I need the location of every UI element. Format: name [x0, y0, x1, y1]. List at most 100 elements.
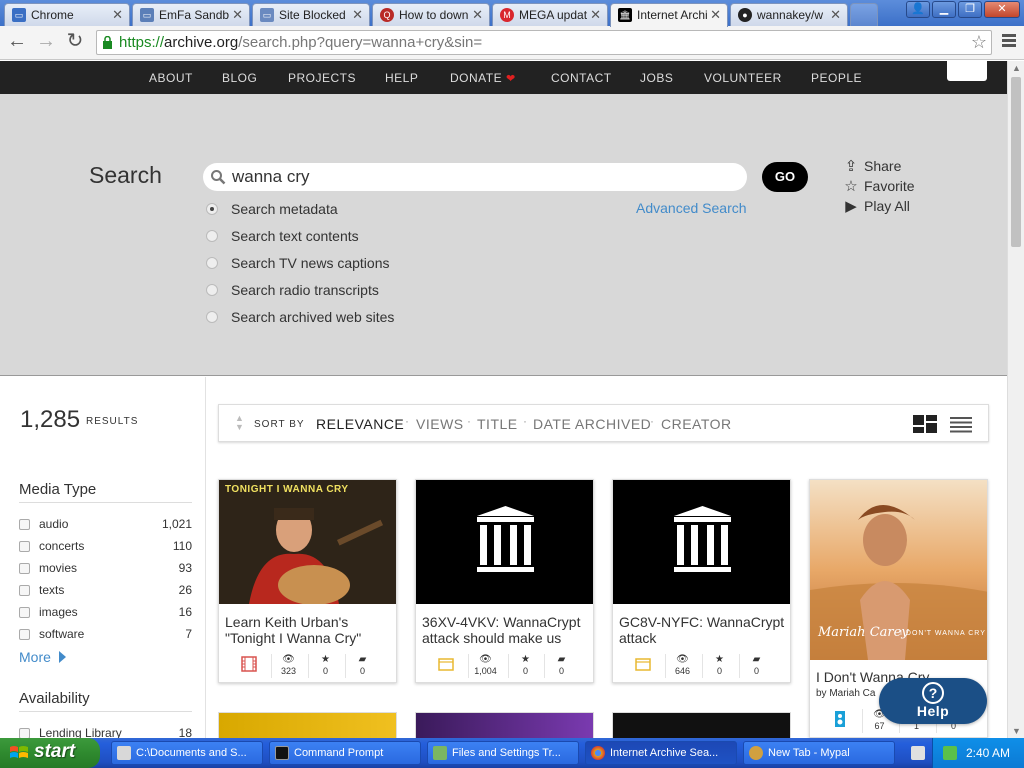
radio-button[interactable] — [206, 203, 218, 215]
minimize-button[interactable]: ▁ — [932, 1, 956, 18]
sort-views[interactable]: VIEWS — [416, 416, 464, 432]
checkbox[interactable] — [19, 519, 30, 530]
facet-item[interactable]: software 7 — [19, 626, 192, 642]
tab-close-icon[interactable]: ✕ — [112, 7, 123, 23]
search-input[interactable]: wanna cry — [203, 163, 747, 191]
taskbar-item-explorer[interactable]: C:\Documents and S... — [111, 741, 263, 765]
facet-item[interactable]: texts 26 — [19, 582, 192, 598]
page-icon: ▭ — [12, 8, 26, 22]
scrollbar-thumb[interactable] — [1011, 77, 1021, 247]
folder-icon — [438, 658, 454, 671]
facet-item[interactable]: concerts 110 — [19, 538, 192, 554]
scroll-up-arrow-icon[interactable]: ▲ — [1012, 63, 1021, 73]
nav-projects[interactable]: PROJECTS — [288, 71, 356, 85]
nav-volunteer[interactable]: VOLUNTEER — [704, 71, 782, 85]
result-thumbnail[interactable]: Mariah Carey I DON'T WANNA CRY — [810, 480, 987, 660]
play-all-link[interactable]: ▶ Play All — [843, 197, 910, 215]
tab-close-icon[interactable]: ✕ — [590, 7, 601, 23]
help-button[interactable]: ? Help — [879, 678, 987, 724]
list-view-icon[interactable] — [950, 417, 972, 433]
tab-close-icon[interactable]: ✕ — [830, 7, 841, 23]
browser-tab-internet-archive[interactable]: 🏛 Internet Archi ✕ — [610, 3, 728, 27]
result-card[interactable]: TONIGHT I WANNA CRY Learn Keith Urban's … — [218, 479, 397, 683]
facet-item[interactable]: audio 1,021 — [19, 516, 192, 532]
result-title[interactable]: Learn Keith Urban's "Tonight I Wanna Cry… — [225, 614, 393, 647]
play-icon: ▶ — [845, 198, 857, 215]
nav-contact[interactable]: CONTACT — [551, 71, 612, 85]
nav-help[interactable]: HELP — [385, 71, 418, 85]
result-byline[interactable]: by Mariah Ca — [816, 688, 875, 699]
new-tab-button[interactable] — [850, 3, 878, 26]
page-icon: ▭ — [140, 8, 154, 22]
sort-creator[interactable]: CREATOR — [661, 416, 732, 432]
nav-blog[interactable]: BLOG — [222, 71, 257, 85]
tile-view-icon[interactable] — [913, 415, 937, 433]
browser-tab-mega[interactable]: M MEGA updat ✕ — [492, 3, 608, 26]
close-window-button[interactable]: ✕ — [984, 1, 1020, 18]
terminal-icon — [275, 746, 289, 760]
browser-tab-emfa[interactable]: ▭ EmFa Sandb ✕ — [132, 3, 250, 26]
result-thumbnail[interactable] — [613, 480, 790, 604]
taskbar-item-command-prompt[interactable]: Command Prompt — [269, 741, 421, 765]
windows-taskbar: start C:\Documents and S... Command Prom… — [0, 738, 1024, 768]
start-button[interactable]: start — [0, 738, 100, 768]
checkbox[interactable] — [19, 607, 30, 618]
radio-button[interactable] — [206, 257, 218, 269]
facet-item[interactable]: movies 93 — [19, 560, 192, 576]
page-scrollbar[interactable]: ▲ ▼ — [1007, 61, 1024, 738]
transfer-icon — [433, 746, 447, 760]
reload-button[interactable]: ↻ — [64, 31, 86, 53]
result-thumbnail[interactable]: TONIGHT I WANNA CRY — [219, 480, 396, 604]
browser-tab-github[interactable]: ● wannakey/w ✕ — [730, 3, 848, 26]
result-title[interactable]: GC8V-NYFC: WannaCrypt attack — [619, 614, 787, 647]
scroll-down-arrow-icon[interactable]: ▼ — [1012, 726, 1021, 736]
tab-close-icon[interactable]: ✕ — [710, 7, 721, 23]
restore-button[interactable]: ❐ — [958, 1, 982, 18]
advanced-search-link[interactable]: Advanced Search — [636, 200, 747, 216]
network-icon[interactable] — [943, 746, 957, 760]
comment-icon: ▰ — [752, 654, 761, 665]
sort-relevance[interactable]: RELEVANCE — [316, 416, 404, 432]
browser-tab-chrome[interactable]: ▭ Chrome ✕ — [4, 3, 130, 26]
sort-date-archived[interactable]: DATE ARCHIVED — [533, 416, 651, 432]
radio-button[interactable] — [206, 311, 218, 323]
sort-title[interactable]: TITLE — [477, 416, 518, 432]
reviews-stat: ▰0 — [544, 654, 578, 678]
keyboard-icon[interactable] — [911, 746, 925, 760]
browser-tab-site-blocked[interactable]: ▭ Site Blocked ✕ — [252, 3, 370, 26]
back-button[interactable]: ← — [6, 31, 28, 53]
result-title[interactable]: 36XV-4VKV: WannaCrypt attack should make… — [422, 614, 590, 647]
triangle-right-icon — [58, 651, 66, 663]
checkbox[interactable] — [19, 585, 30, 596]
forward-button[interactable]: → — [35, 31, 57, 53]
nav-people[interactable]: PEOPLE — [811, 71, 862, 85]
taskbar-item-chrome[interactable]: Internet Archive Sea... — [585, 741, 737, 765]
result-card[interactable]: 36XV-4VKV: WannaCrypt attack should make… — [415, 479, 594, 683]
browser-tab-quora[interactable]: Q How to down ✕ — [372, 3, 490, 26]
user-menu-box[interactable] — [947, 61, 987, 81]
tab-close-icon[interactable]: ✕ — [472, 7, 483, 23]
chrome-menu-button[interactable] — [1002, 34, 1016, 49]
facet-more-link[interactable]: More — [19, 649, 66, 665]
facet-item[interactable]: images 16 — [19, 604, 192, 620]
nav-about[interactable]: ABOUT — [149, 71, 193, 85]
checkbox[interactable] — [19, 541, 30, 552]
favorite-link[interactable]: ☆ Favorite — [843, 177, 914, 195]
checkbox[interactable] — [19, 563, 30, 574]
radio-button[interactable] — [206, 284, 218, 296]
bookmark-star-icon[interactable]: ☆ — [971, 31, 987, 54]
nav-donate[interactable]: DONATE ❤ — [450, 71, 516, 85]
go-button[interactable]: GO — [762, 162, 808, 192]
result-card[interactable]: GC8V-NYFC: WannaCrypt attack 👁 646 ★ 0 ▰ 0 — [612, 479, 791, 683]
taskbar-item-files-settings[interactable]: Files and Settings Tr... — [427, 741, 579, 765]
taskbar-item-mypal[interactable]: New Tab - Mypal — [743, 741, 895, 765]
nav-jobs[interactable]: JOBS — [640, 71, 673, 85]
result-thumbnail[interactable] — [416, 480, 593, 604]
tab-close-icon[interactable]: ✕ — [232, 7, 243, 23]
share-link[interactable]: ⇪ Share — [843, 157, 902, 175]
checkbox[interactable] — [19, 629, 30, 640]
profile-icon[interactable]: 👤 — [906, 1, 930, 18]
radio-button[interactable] — [206, 230, 218, 242]
address-bar[interactable]: https://archive.org/search.php?query=wan… — [96, 30, 992, 55]
tab-close-icon[interactable]: ✕ — [352, 7, 363, 23]
